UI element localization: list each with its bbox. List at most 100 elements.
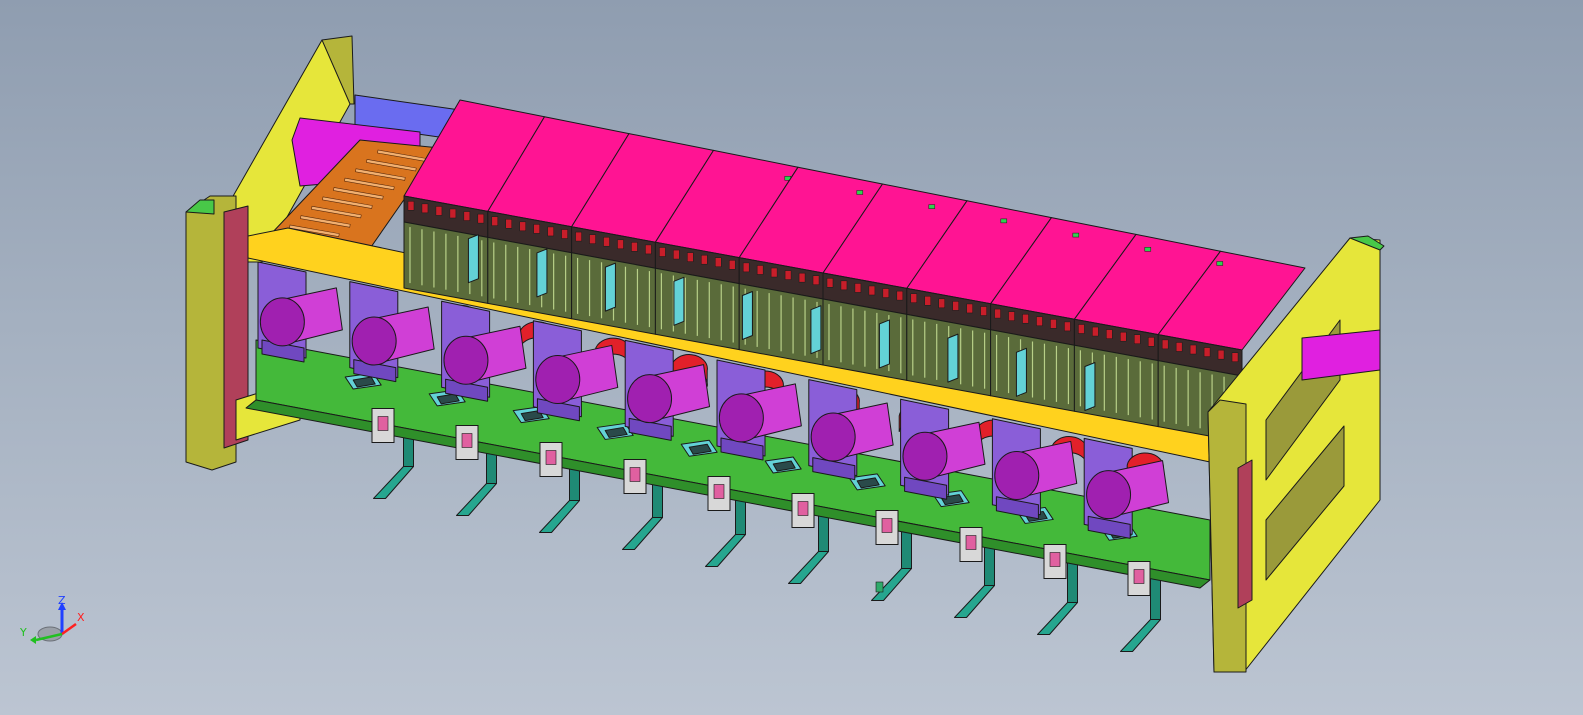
- capacitor-end-cap: [902, 431, 948, 481]
- connector-pin: [756, 265, 764, 275]
- connector-pin: [715, 257, 722, 267]
- connector-pin: [994, 308, 1001, 319]
- y-axis-head: [30, 636, 36, 644]
- connector-pin: [1050, 319, 1057, 329]
- connector-pin: [1008, 311, 1015, 321]
- view-orientation-triad[interactable]: Z X Y: [14, 594, 94, 654]
- connector-pin: [631, 242, 638, 252]
- connector-pin: [924, 296, 931, 306]
- connector-pin: [966, 303, 973, 314]
- connector-pin: [701, 254, 708, 265]
- connector-pin: [547, 226, 554, 237]
- sensor-window: [881, 518, 893, 533]
- mounting-foot: [456, 483, 497, 516]
- cover-indicator: [1144, 247, 1152, 252]
- connector-pin: [1161, 339, 1169, 350]
- module-handle: [536, 248, 548, 298]
- connector-pin: [728, 260, 736, 270]
- mounting-foot: [622, 517, 663, 550]
- connector-pin: [1078, 324, 1085, 334]
- connector-pin: [407, 201, 415, 211]
- cad-viewport[interactable]: Z X Y: [0, 0, 1583, 715]
- cover-indicator: [1000, 218, 1008, 224]
- sensor-window: [629, 467, 641, 482]
- capacitor-end-cap: [259, 297, 305, 347]
- connector-pin: [561, 229, 568, 239]
- connector-pin: [477, 213, 485, 224]
- capacitor-end-cap: [535, 354, 581, 404]
- connector-pin: [868, 285, 876, 296]
- right-frame-slot: [1237, 459, 1253, 609]
- connector-pin: [1092, 326, 1099, 337]
- module-handle: [810, 305, 822, 355]
- connector-pin: [617, 239, 624, 250]
- z-axis-label: Z: [58, 594, 66, 607]
- mounting-foot: [539, 500, 580, 533]
- connector-pin: [1022, 313, 1029, 324]
- connector-pin: [1231, 352, 1239, 362]
- capacitor-end-cap: [443, 335, 489, 385]
- connector-pin: [421, 203, 429, 214]
- sensor-window: [461, 433, 473, 448]
- connector-pin: [784, 270, 792, 280]
- sensor-window: [965, 535, 977, 550]
- module-handle: [467, 234, 479, 284]
- connector-pin: [840, 280, 848, 291]
- module-handle: [878, 319, 890, 369]
- connector-pin: [575, 231, 582, 242]
- connector-pin: [896, 290, 904, 301]
- module-handle: [1084, 362, 1096, 412]
- connector-pin: [1175, 342, 1183, 352]
- connector-pin: [533, 224, 540, 234]
- cover-indicator: [856, 190, 864, 195]
- connector-pin: [1203, 347, 1211, 357]
- connector-pin: [687, 252, 694, 262]
- connector-pin: [673, 249, 680, 260]
- connector-pin: [491, 216, 499, 226]
- connector-pin: [742, 262, 750, 273]
- x-axis-label: X: [77, 611, 85, 624]
- connector-pin: [463, 211, 471, 221]
- x-axis-arrow: [61, 622, 77, 636]
- connector-pin: [910, 293, 918, 303]
- connector-pin: [798, 272, 806, 283]
- loose-fastener: [875, 581, 884, 593]
- mounting-foot: [705, 534, 746, 567]
- connector-pin: [659, 247, 666, 257]
- connector-pin: [882, 288, 890, 298]
- connector-pin: [1217, 349, 1225, 360]
- capacitor-end-cap: [810, 412, 856, 462]
- connector-pin: [770, 267, 778, 278]
- connector-pin: [938, 298, 945, 309]
- connector-pin: [603, 236, 610, 247]
- connector-pin: [1120, 331, 1127, 342]
- sensor-window: [713, 484, 725, 499]
- mounting-foot: [1120, 619, 1161, 652]
- capacitor-end-cap: [1086, 470, 1132, 520]
- cover-indicator: [1072, 232, 1080, 238]
- sensor-window: [797, 501, 809, 516]
- sensor-window: [1049, 552, 1061, 567]
- connector-pin: [1036, 316, 1043, 327]
- mounting-foot: [788, 551, 829, 584]
- capacitor-end-cap: [718, 393, 764, 443]
- capacitor-end-cap: [994, 450, 1040, 500]
- connector-pin: [589, 234, 596, 244]
- module-handle: [947, 333, 959, 383]
- module-handle: [1015, 347, 1027, 397]
- connector-pin: [952, 301, 959, 311]
- rack-assembly-model[interactable]: [0, 0, 1583, 715]
- mounting-foot: [373, 466, 414, 499]
- connector-pin: [435, 206, 443, 216]
- capacitor-end-cap: [627, 374, 673, 424]
- connector-pin: [1134, 334, 1141, 344]
- connector-pin: [1064, 321, 1071, 332]
- sensor-window: [1133, 569, 1145, 584]
- connector-pin: [854, 283, 862, 293]
- cover-indicator: [1216, 261, 1224, 266]
- connector-pin: [1189, 344, 1197, 355]
- mounting-foot: [1037, 602, 1078, 635]
- connector-pin: [980, 306, 987, 316]
- connector-pin: [519, 221, 526, 232]
- left-frame-corner-cap: [185, 199, 215, 215]
